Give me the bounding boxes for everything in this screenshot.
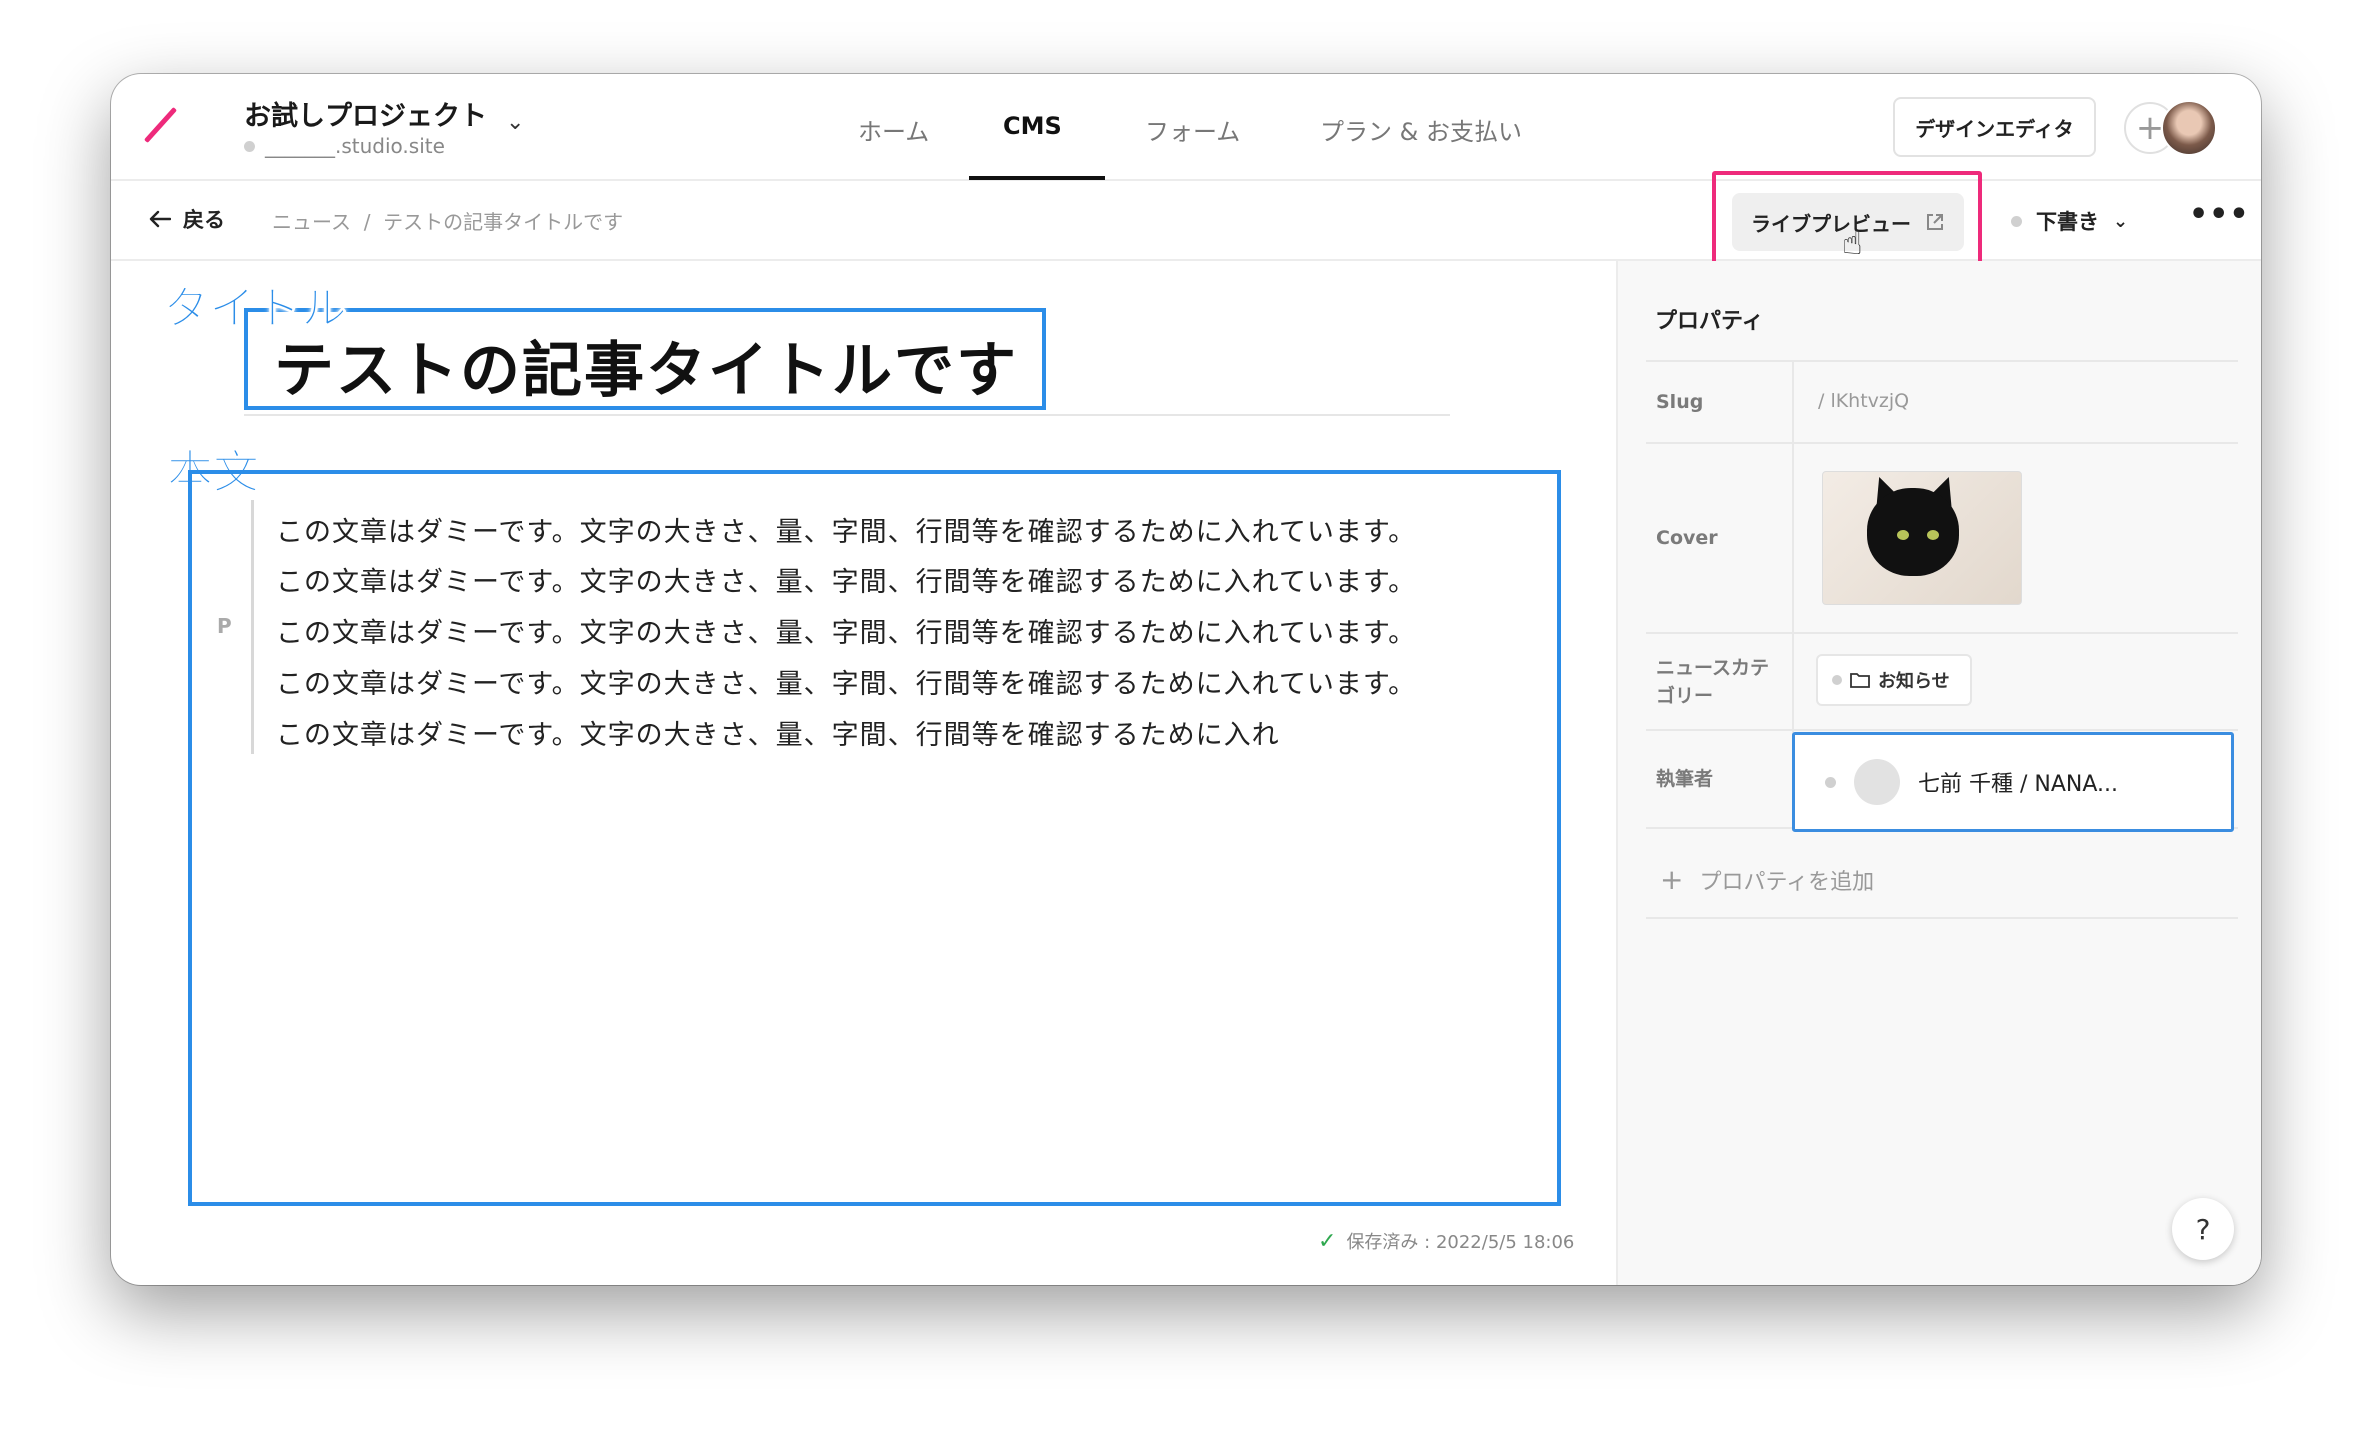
category-chip[interactable]: お知らせ	[1816, 654, 1972, 706]
back-arrow-icon	[149, 210, 171, 228]
status-dropdown[interactable]: 下書き ⌄	[2011, 206, 2128, 236]
chevron-down-icon: ⌄	[2113, 210, 2129, 232]
design-editor-button[interactable]: デザインエディタ	[1893, 97, 2096, 157]
tab-plan-billing[interactable]: プラン & お支払い	[1320, 112, 1522, 147]
chevron-down-icon[interactable]: ⌄	[506, 110, 524, 135]
tab-cms[interactable]: CMS	[1003, 112, 1062, 140]
property-row-category[interactable]: ニュースカテゴリー お知らせ	[1646, 632, 2238, 731]
tab-home[interactable]: ホーム	[858, 112, 929, 147]
divider	[1792, 362, 1794, 444]
status-dot-icon	[2011, 215, 2022, 227]
cat-head	[1867, 488, 1959, 576]
top-header: お試しプロジェクト _______.studio.site ⌄ ホーム CMS …	[111, 74, 2261, 181]
cover-image[interactable]	[1822, 471, 2022, 605]
slug-label: Slug	[1656, 391, 1704, 413]
paragraph-marker[interactable]: P	[217, 614, 232, 638]
divider	[1646, 917, 2238, 919]
plus-icon: +	[1660, 863, 1684, 896]
pointer-cursor-icon: ☝	[1842, 223, 1863, 263]
property-row-slug[interactable]: Slug / lKhtvzjQ	[1646, 360, 2238, 444]
divider	[1792, 444, 1794, 634]
body-text-line[interactable]: この文章はダミーです。文字の大きさ、量、字間、行間等を確認するために入れています…	[276, 611, 1416, 650]
paragraph-block-bar	[251, 500, 254, 754]
editor-toolbar: 戻る ニュース / テストの記事タイトルです ライブプレビュー ☝ 下書き ⌄ …	[111, 171, 2261, 274]
logo-slash-icon[interactable]	[143, 106, 178, 144]
avatar[interactable]	[2161, 100, 2217, 156]
check-icon: ✓	[1318, 1228, 1337, 1254]
more-dots-icon[interactable]: •••	[2189, 197, 2250, 232]
divider	[1792, 634, 1794, 731]
status-label: 下書き	[2036, 210, 2099, 234]
project-domain-text: _______.studio.site	[265, 134, 445, 158]
cat-eye	[1897, 530, 1909, 540]
author-label: 執筆者	[1656, 768, 1714, 790]
project-domain: _______.studio.site	[244, 134, 445, 158]
tab-forms[interactable]: フォーム	[1145, 112, 1240, 147]
properties-title: プロパティ	[1655, 309, 1764, 334]
status-dot-icon	[1825, 776, 1836, 788]
back-button[interactable]: 戻る	[149, 204, 225, 234]
title-underline	[244, 414, 1450, 416]
article-title[interactable]: テストの記事タイトルです	[274, 322, 1018, 409]
cat-eye	[1927, 530, 1939, 540]
author-avatar	[1854, 759, 1900, 805]
add-property-label: プロパティを追加	[1699, 869, 1875, 895]
body-text-line[interactable]: この文章はダミーです。文字の大きさ、量、字間、行間等を確認するために入れています…	[276, 560, 1416, 599]
help-button[interactable]: ?	[2172, 1198, 2234, 1260]
status-dot-icon	[1832, 675, 1842, 685]
add-property-button[interactable]: + プロパティを追加	[1660, 863, 1874, 896]
cover-label: Cover	[1656, 527, 1718, 549]
active-tab-indicator	[969, 176, 1105, 180]
title-annotation-label: タイトル	[163, 281, 348, 336]
project-name[interactable]: お試しプロジェクト	[244, 94, 487, 133]
breadcrumb[interactable]: ニュース / テストの記事タイトルです	[272, 206, 623, 235]
body-text-line[interactable]: この文章はダミーです。文字の大きさ、量、字間、行間等を確認するために入れています…	[276, 662, 1416, 701]
folder-icon	[1850, 673, 1870, 688]
body-text-line[interactable]: この文章はダミーです。文字の大きさ、量、字間、行間等を確認するために入れ	[276, 713, 1280, 752]
author-value: 七前 千種 / NANA...	[1918, 772, 2118, 797]
save-status: ✓ 保存済み : 2022/5/5 18:06	[1318, 1228, 1574, 1254]
category-value: お知らせ	[1878, 671, 1950, 692]
saved-text: 保存済み : 2022/5/5 18:06	[1346, 1232, 1575, 1253]
author-selector[interactable]: 七前 千種 / NANA...	[1792, 732, 2234, 832]
status-dot-icon	[244, 140, 255, 152]
slug-value[interactable]: / lKhtvzjQ	[1818, 390, 1909, 412]
body-text-line[interactable]: この文章はダミーです。文字の大きさ、量、字間、行間等を確認するために入れています…	[276, 510, 1416, 549]
back-label: 戻る	[183, 208, 225, 232]
author-chip: 七前 千種 / NANA...	[1825, 759, 2118, 805]
property-row-cover[interactable]: Cover	[1646, 442, 2238, 634]
category-label: ニュースカテゴリー	[1656, 657, 1770, 707]
